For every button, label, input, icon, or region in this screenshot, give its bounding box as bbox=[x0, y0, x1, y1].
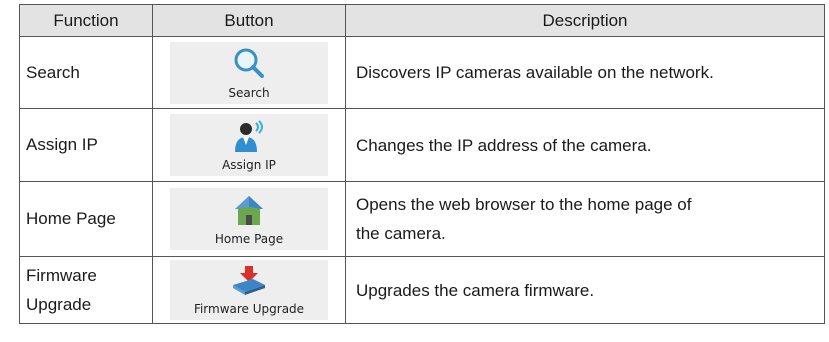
function-line: Upgrade bbox=[26, 295, 92, 314]
table-row: Assign IP Assign IP Changes the IP addre… bbox=[19, 108, 825, 182]
table-row: Home Page Home Page Opens the web browse… bbox=[19, 181, 825, 257]
function-cell: Home Page bbox=[19, 181, 153, 257]
header-description: Description bbox=[345, 4, 825, 37]
assign-ip-button-label: Assign IP bbox=[222, 158, 276, 172]
function-line: Firmware bbox=[26, 266, 97, 285]
firmware-upgrade-button-label: Firmware Upgrade bbox=[193, 302, 305, 316]
header-button: Button bbox=[152, 4, 346, 37]
chip-download-icon bbox=[229, 265, 269, 302]
button-cell: Assign IP bbox=[152, 108, 346, 182]
house-icon bbox=[232, 193, 266, 234]
button-cell: Firmware Upgrade bbox=[152, 256, 346, 324]
button-cell: Search bbox=[152, 36, 346, 109]
home-page-button[interactable]: Home Page bbox=[170, 188, 328, 250]
table-row: Firmware Upgrade Firmware Upgrade Upgrad… bbox=[19, 256, 825, 324]
description-cell: Upgrades the camera firmware. bbox=[345, 256, 825, 324]
person-signal-icon bbox=[231, 119, 267, 160]
function-cell: Search bbox=[19, 36, 153, 109]
table-row: Search Search Discovers IP cameras avail… bbox=[19, 36, 825, 109]
home-page-button-label: Home Page bbox=[214, 232, 284, 246]
table-header-row: Function Button Description bbox=[19, 4, 825, 37]
search-button-label: Search bbox=[228, 85, 270, 100]
description-line: the camera. bbox=[356, 224, 446, 243]
firmware-upgrade-button[interactable]: Firmware Upgrade bbox=[170, 260, 328, 320]
assign-ip-button[interactable]: Assign IP bbox=[170, 114, 328, 176]
magnifier-icon bbox=[232, 47, 266, 86]
button-cell: Home Page bbox=[152, 181, 346, 257]
description-cell: Changes the IP address of the camera. bbox=[345, 108, 825, 182]
function-cell: Firmware Upgrade bbox=[19, 256, 153, 324]
search-button[interactable]: Search bbox=[170, 41, 328, 104]
function-button-table: Function Button Description Search Searc… bbox=[19, 4, 825, 324]
header-function: Function bbox=[19, 4, 153, 37]
description-line: Opens the web browser to the home page o… bbox=[356, 195, 692, 214]
function-cell: Assign IP bbox=[19, 108, 153, 182]
description-cell: Discovers IP cameras available on the ne… bbox=[345, 36, 825, 109]
description-cell: Opens the web browser to the home page o… bbox=[345, 181, 825, 257]
